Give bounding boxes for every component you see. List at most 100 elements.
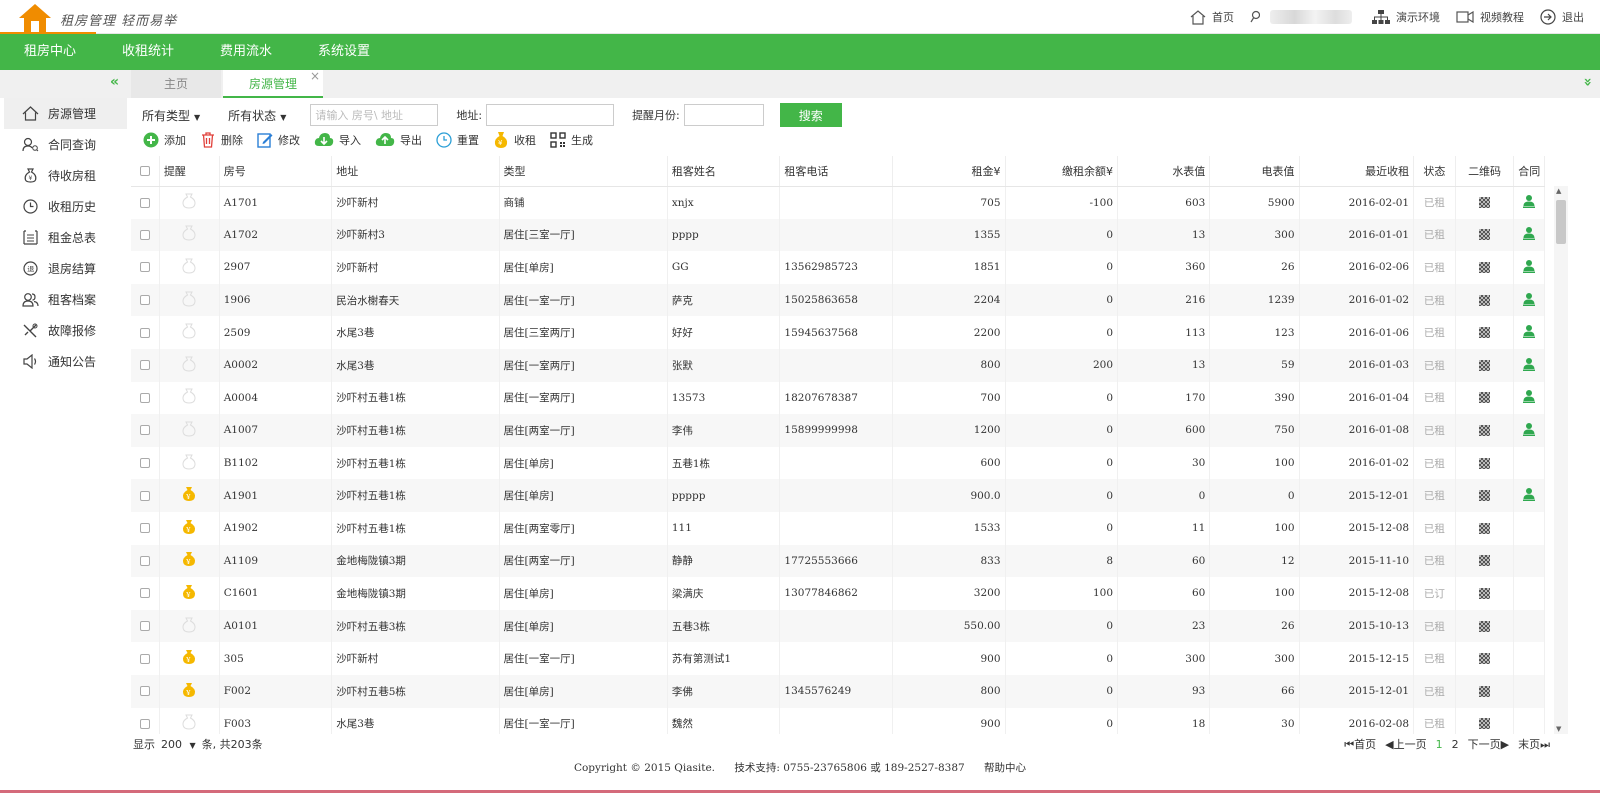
table-row[interactable]: A1007 沙吓村五巷1栋 居住[两室一厅] 李伟 15899999998 1200 0 60… (131, 414, 1545, 447)
cell-contract[interactable] (1513, 251, 1545, 284)
scroll-down-icon[interactable]: ▼ (1556, 725, 1561, 733)
cell-contract[interactable] (1513, 283, 1545, 317)
row-checkbox[interactable] (139, 229, 150, 240)
contract-user-icon[interactable] (1522, 422, 1536, 436)
contract-user-icon[interactable] (1522, 389, 1536, 404)
cell-contract[interactable] (1513, 414, 1545, 447)
header-remind[interactable]: 提醒 (159, 156, 220, 187)
qr-code-icon[interactable] (1479, 294, 1491, 306)
collapse-sidebar-icon[interactable]: « (110, 74, 119, 90)
table-row[interactable]: 2907 沙吓新村 居住[单房] GG 13562985723 1851 0 360 26 201… (131, 251, 1545, 284)
tab-property-management[interactable]: 房源管理 × (223, 69, 323, 98)
qr-code-icon[interactable] (1479, 197, 1491, 209)
contract-user-icon[interactable] (1522, 324, 1536, 339)
header-phone[interactable]: 租客电话 (779, 156, 893, 187)
demo-link[interactable]: 演示环境 (1372, 9, 1440, 25)
import-button[interactable]: 导入 (314, 132, 361, 148)
header-type[interactable]: 类型 (499, 156, 668, 187)
table-row[interactable]: ¥ A1901 沙吓村五巷1栋 居住[单房] ppppp 900.0 0 0 0 2015-12-… (131, 479, 1545, 512)
sidebar-item-repair-report[interactable]: 故障报修 (4, 315, 127, 346)
header-water[interactable]: 水表值 (1117, 156, 1211, 187)
row-checkbox-cell[interactable] (131, 642, 160, 675)
cell-qr[interactable] (1455, 348, 1515, 382)
select-all-checkbox[interactable] (131, 156, 160, 187)
table-row[interactable]: 2509 水尾3巷 居住[三室两厅] 好好 15945637568 2200 0 113 123… (131, 316, 1545, 349)
header-room[interactable]: 房号 (219, 156, 333, 187)
cell-qr[interactable] (1455, 577, 1515, 610)
address-input[interactable] (486, 104, 615, 126)
money-bag-icon[interactable]: ¥ (182, 649, 196, 665)
cell-qr[interactable] (1455, 316, 1515, 349)
table-row[interactable]: ¥305 沙吓新村 居住[一室一厅] 苏有第测试1 900 0 300 300 2015-12-… (131, 642, 1545, 675)
cell-qr[interactable] (1455, 446, 1515, 480)
contract-user-icon[interactable] (1522, 487, 1536, 502)
scroll-up-icon[interactable]: ▲ (1556, 187, 1561, 195)
last-page-link[interactable]: 末页⏭ (1518, 736, 1550, 752)
table-row[interactable]: ¥ C1601 金地梅陇镇3期 居住[单房] 梁满庆 13077846862 3200 100… (131, 577, 1545, 610)
tab-close-icon[interactable]: × (310, 62, 320, 90)
sidebar-item-tenant-files[interactable]: 租客档案 (4, 284, 127, 315)
row-checkbox[interactable] (139, 555, 150, 566)
row-checkbox-cell[interactable] (131, 544, 160, 578)
row-checkbox[interactable] (139, 621, 150, 632)
contract-user-icon[interactable] (1522, 259, 1536, 273)
money-bag-icon[interactable]: ¥ (182, 584, 196, 600)
row-checkbox-cell[interactable] (131, 446, 160, 480)
header-address[interactable]: 地址 (331, 156, 500, 187)
row-checkbox[interactable] (139, 262, 150, 273)
generate-button[interactable]: 生成 (550, 132, 593, 148)
row-checkbox[interactable] (139, 718, 150, 729)
header-status[interactable]: 状态 (1413, 156, 1456, 187)
money-bag-icon[interactable]: ¥ (182, 551, 196, 567)
page-2-link[interactable]: 2 (1452, 738, 1459, 751)
table-row[interactable]: ¥ F002 沙吓村五巷5栋 居住[单房] 李佛 1345576249 800 0 93 66 20… (131, 674, 1545, 708)
user-account[interactable] (1250, 10, 1356, 24)
row-checkbox-cell[interactable] (131, 348, 160, 382)
tab-home[interactable]: 主页 (131, 70, 221, 98)
qr-code-icon[interactable] (1479, 229, 1491, 241)
qr-code-icon[interactable] (1479, 490, 1491, 502)
row-checkbox[interactable] (139, 686, 150, 697)
table-row[interactable]: A1701 沙吓新村 商铺 xnjx 705 -100 603 5900 2016-02-01 已… (131, 186, 1545, 219)
row-checkbox-cell[interactable] (131, 218, 160, 252)
header-tenant[interactable]: 租客姓名 (667, 156, 781, 187)
cell-contract[interactable] (1513, 348, 1545, 382)
qr-code-icon[interactable] (1479, 653, 1491, 665)
row-checkbox[interactable] (139, 588, 150, 599)
qr-code-icon[interactable] (1479, 685, 1491, 697)
table-row[interactable]: A0101 沙吓村五巷3栋 居住[单房] 五巷3栋 550.00 0 23 26 2015-10… (131, 609, 1545, 643)
qr-code-icon[interactable] (1479, 359, 1491, 371)
table-row[interactable]: 1906 民治水榭春天 居住[一室一厅] 萨克 15025863658 2204 0 216 1… (131, 283, 1545, 317)
sidebar-item-contract-search[interactable]: 合同查询 (4, 129, 127, 160)
row-checkbox-cell[interactable] (131, 511, 160, 545)
video-link[interactable]: 视频教程 (1456, 9, 1524, 25)
row-checkbox[interactable] (139, 425, 150, 436)
row-checkbox[interactable] (139, 327, 150, 338)
vertical-scrollbar[interactable]: ▲ ▼ (1554, 186, 1568, 734)
cell-qr[interactable] (1455, 642, 1515, 675)
contract-user-icon[interactable] (1522, 357, 1536, 371)
page-size-select[interactable]: 200 ▼ (161, 738, 196, 751)
search-button[interactable]: 搜索 (779, 103, 842, 127)
logout-link[interactable]: 退出 (1540, 9, 1584, 25)
money-bag-icon[interactable]: ¥ (182, 486, 196, 502)
menu-rent-center[interactable]: 租房中心 (0, 34, 99, 70)
sidebar-item-rent-summary[interactable]: 租金总表 (4, 222, 127, 253)
row-checkbox[interactable] (139, 490, 150, 501)
cell-qr[interactable] (1455, 609, 1515, 643)
money-bag-icon[interactable]: ¥ (182, 682, 196, 698)
header-last-collected[interactable]: 最近收租 (1299, 156, 1415, 187)
qr-code-icon[interactable] (1479, 555, 1491, 567)
qr-code-icon[interactable] (1479, 522, 1491, 534)
table-row[interactable]: ¥ A1109 金地梅陇镇3期 居住[两室一厅] 静静 17725553666 833 8 60… (131, 544, 1545, 578)
export-button[interactable]: 导出 (375, 132, 422, 148)
cell-qr[interactable] (1455, 511, 1515, 545)
table-row[interactable]: ¥ A1902 沙吓村五巷1栋 居住[两室零厅] 111 1533 0 11 100 2015-1… (131, 511, 1545, 545)
status-filter-select[interactable]: 所有状态 ▼ (228, 107, 286, 124)
table-row[interactable]: A0002 水尾3巷 居住[一室两厅] 张默 800 200 13 59 2016-01-03 已… (131, 348, 1545, 382)
header-balance[interactable]: 缴租余额¥ (1005, 156, 1119, 187)
menu-expense-flow[interactable]: 费用流水 (197, 34, 295, 70)
row-checkbox-cell[interactable] (131, 381, 160, 415)
cell-qr[interactable] (1455, 218, 1515, 252)
money-bag-icon[interactable]: ¥ (182, 519, 196, 535)
